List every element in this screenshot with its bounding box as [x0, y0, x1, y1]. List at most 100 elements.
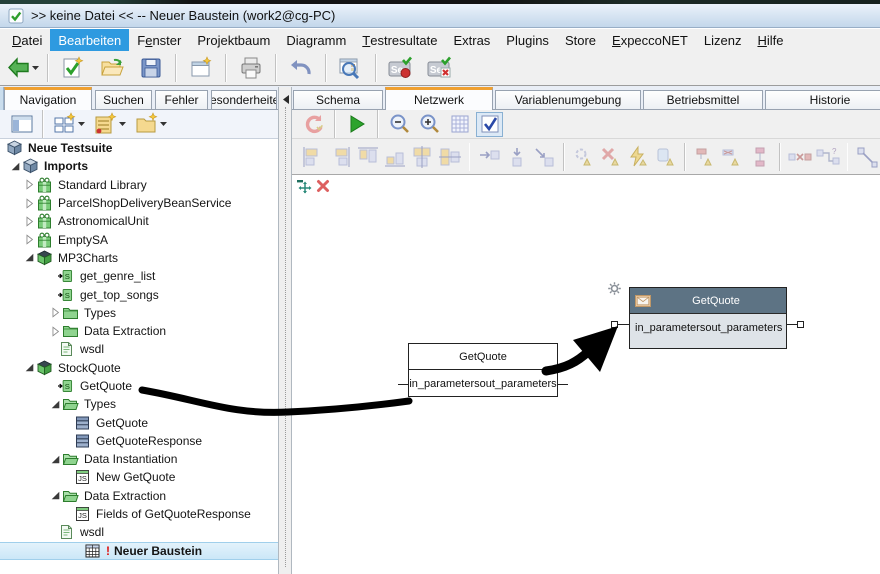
tree-item-stockquote[interactable]: StockQuote — [0, 359, 278, 377]
new-block-menu-button[interactable] — [50, 111, 89, 137]
align-center-h-button[interactable] — [410, 144, 435, 169]
tree-collapse-icon[interactable] — [22, 361, 36, 375]
tree-expand-icon[interactable] — [22, 178, 36, 192]
project-tree[interactable]: Neue Testsuite ImportsStandard LibraryPar… — [0, 139, 278, 574]
tree-item-label: EmptySA — [58, 233, 108, 247]
tree-item-label: GetQuote — [80, 379, 132, 393]
tree-item-data-extraction[interactable]: Data Extraction — [0, 322, 278, 340]
junction-insert-button[interactable]: ? — [815, 144, 841, 169]
grid-tool-button[interactable] — [446, 112, 473, 137]
js-icon: JS — [74, 506, 91, 522]
in-port-connector[interactable] — [611, 321, 618, 328]
tree-item-get-top-songs[interactable]: Sget_top_songs — [0, 285, 278, 303]
tab-netzwerk[interactable]: Netzwerk — [385, 87, 493, 110]
tree-item-neuer-baustein[interactable]: !Neuer Baustein — [0, 542, 278, 560]
tree-item-imports[interactable]: Imports — [0, 157, 278, 175]
tree-item-data-extraction[interactable]: Data Extraction — [0, 487, 278, 505]
tree-collapse-icon[interactable] — [8, 159, 22, 173]
tab-besonderheiten[interactable]: Besonderheiten — [211, 90, 277, 109]
align-right-button[interactable] — [327, 144, 352, 169]
tree-collapse-icon[interactable] — [22, 251, 36, 265]
run-button[interactable] — [343, 112, 370, 137]
cancel-cross-button[interactable] — [598, 144, 623, 169]
tree-item-types[interactable]: Types — [0, 304, 278, 322]
ghost-in-port-label[interactable]: in_parameters — [409, 378, 479, 390]
splitter-handle[interactable] — [285, 107, 287, 567]
tree-item-mp3charts[interactable]: MP3Charts — [0, 249, 278, 267]
tree-item-wsdl[interactable]: wsdl — [0, 340, 278, 358]
tab-historie[interactable]: Historie — [765, 90, 880, 109]
breakpoint-remove-icon — [720, 145, 744, 169]
breakpoint-set-button[interactable] — [692, 144, 717, 169]
tab-betriebsmittel[interactable]: Betriebsmittel — [643, 90, 763, 109]
delete-tool-icon[interactable] — [316, 179, 330, 199]
align-top-button[interactable] — [355, 144, 380, 169]
tree-collapse-icon[interactable] — [48, 397, 62, 411]
junction-remove-button[interactable] — [787, 144, 813, 169]
gear-icon[interactable] — [608, 282, 621, 300]
new-list-menu-button[interactable] — [91, 111, 130, 137]
align-left-button[interactable] — [300, 144, 325, 169]
tree-item-types[interactable]: Types — [0, 395, 278, 413]
block-getquote[interactable]: GetQuote in_parameters out_parameters — [629, 287, 787, 349]
tree-item-neue-testsuite[interactable]: Neue Testsuite — [0, 139, 278, 157]
out-port-label[interactable]: out_parameters — [705, 322, 782, 334]
align-center-v-button[interactable] — [437, 144, 462, 169]
out-port-connector[interactable] — [797, 321, 804, 328]
new-folder-menu-button[interactable] — [132, 111, 171, 137]
tree-collapse-icon[interactable] — [48, 489, 62, 503]
tree-expand-icon[interactable] — [22, 196, 36, 210]
tree-expand-icon[interactable] — [22, 214, 36, 228]
breakpoint-remove-button[interactable] — [720, 144, 745, 169]
align-bottom-button[interactable] — [382, 144, 407, 169]
tree-item-emptysa[interactable]: EmptySA — [0, 230, 278, 248]
panel-splitter[interactable] — [278, 87, 292, 574]
tab-fehler[interactable]: Fehler — [155, 90, 208, 109]
tree-item-new-getquote[interactable]: JSNew GetQuote — [0, 468, 278, 486]
tree-item-getquoteresponse[interactable]: GetQuoteResponse — [0, 432, 278, 450]
draw-connection-button[interactable] — [854, 144, 879, 169]
move-tool-icon[interactable] — [297, 179, 312, 199]
lightning-button[interactable] — [626, 144, 651, 169]
tree-expand-icon[interactable] — [48, 306, 62, 320]
spread-v-button[interactable] — [504, 144, 529, 169]
start-gear-button[interactable] — [571, 144, 596, 169]
in-port-label[interactable]: in_parameters — [635, 322, 705, 334]
spread-h-button[interactable] — [476, 144, 501, 169]
zoom-in-button[interactable] — [416, 112, 443, 137]
zoom-out-button[interactable] — [386, 112, 413, 137]
refresh-button[interactable] — [300, 112, 327, 137]
js-icon: JS — [74, 469, 91, 485]
tab-schema[interactable]: Schema — [293, 90, 383, 109]
ghost-block-getquote[interactable]: GetQuote in_parametersout_parameters — [408, 343, 558, 397]
spread-diag-button[interactable] — [531, 144, 556, 169]
network-canvas[interactable] — [292, 175, 880, 574]
cube-green-icon — [36, 360, 53, 376]
tree-item-fields-of-getquoteresponse[interactable]: JSFields of GetQuoteResponse — [0, 505, 278, 523]
tab-navigation[interactable]: Navigation — [4, 87, 92, 110]
tree-item-label: AstronomicalUnit — [58, 214, 149, 228]
ghost-out-port-label[interactable]: out_parameters — [480, 378, 557, 390]
tree-item-get-genre-list[interactable]: Sget_genre_list — [0, 267, 278, 285]
snap-button[interactable] — [476, 112, 503, 137]
suspend-button[interactable] — [653, 144, 678, 169]
tree-item-astronomicalunit[interactable]: AstronomicalUnit — [0, 212, 278, 230]
panel-layout-button[interactable] — [8, 111, 36, 137]
tree-item-standard-library[interactable]: Standard Library — [0, 176, 278, 194]
tree-item-parcelshopdeliverybeanservice[interactable]: ParcelShopDeliveryBeanService — [0, 194, 278, 212]
tab-suchen[interactable]: Suchen — [95, 90, 152, 109]
draw-connection-icon — [855, 145, 879, 169]
tab-variablenumgebung[interactable]: Variablenumgebung — [495, 90, 641, 109]
tree-item-data-instantiation[interactable]: Data Instantiation — [0, 450, 278, 468]
tree-item-getquote[interactable]: GetQuote — [0, 413, 278, 431]
doc-icon — [58, 341, 75, 357]
tree-collapse-icon[interactable] — [48, 452, 62, 466]
gap-vertical-button[interactable] — [747, 144, 772, 169]
action-icon: S — [58, 378, 75, 394]
tree-expand-icon[interactable] — [22, 233, 36, 247]
tree-item-getquote[interactable]: S GetQuote — [0, 377, 278, 395]
folder-open-icon — [62, 451, 79, 467]
tree-item-wsdl[interactable]: wsdl — [0, 523, 278, 541]
tree-expand-icon[interactable] — [48, 324, 62, 338]
tree-item-label: Neue Testsuite — [28, 141, 112, 155]
